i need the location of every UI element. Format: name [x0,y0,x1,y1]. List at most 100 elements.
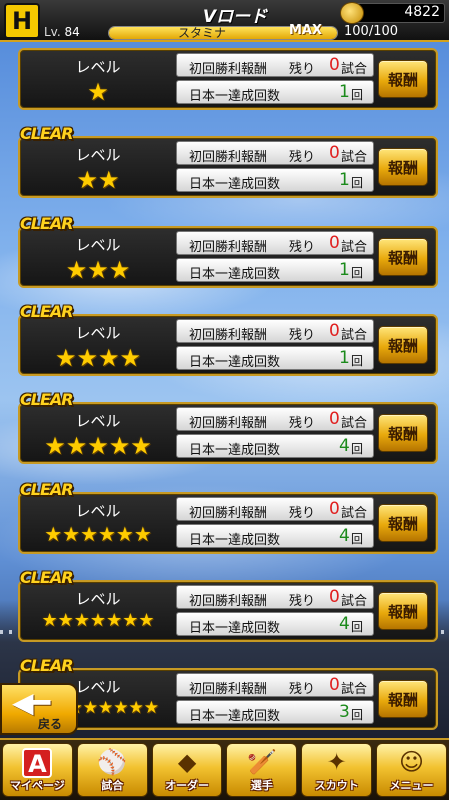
difficulty-stars-icon: ★★★★ [54,344,142,372]
championship-count-label: 日本一達成回数 [189,355,281,370]
level-prefix: Lv. [44,25,61,39]
stamina-max-label: MAX [289,23,323,38]
batter-icon: 🏏 [246,748,277,776]
championship-count-row: 日本一達成回数 1 回 [176,346,374,370]
difficulty-stars-icon: ★ [87,78,109,106]
remaining-games-unit: 試合 [341,594,368,609]
nav-item-1[interactable]: ⚾ 試合 [76,743,148,797]
championship-count-row: 日本一達成回数 1 回 [176,258,374,282]
level-card: CLEAR レベル ★★★★★★ 初回勝利報酬 残り 0 試合 日本一達成回数 … [18,480,442,554]
order-field-icon: ◆ [177,748,197,776]
clear-badge: CLEAR [20,568,74,587]
clear-badge: CLEAR [20,214,74,233]
championship-count-unit: 回 [351,354,364,368]
championship-count-label: 日本一達成回数 [189,89,281,104]
level-card: CLEAR レベル ★★★★ 初回勝利報酬 残り 0 試合 日本一達成回数 1 … [18,302,442,376]
remaining-label: 残り [289,62,316,77]
menu-character-icon: ☺ [399,748,425,776]
first-win-reward-row: 初回勝利報酬 残り 0 試合 [176,231,374,255]
remaining-games-unit: 試合 [341,416,368,431]
remaining-games-value: 0 [329,321,340,341]
first-win-reward-row: 初回勝利報酬 残り 0 試合 [176,497,374,521]
remaining-games-unit: 試合 [341,150,368,165]
reward-button[interactable]: 報酬 [378,504,428,542]
nav-item-0[interactable]: A マイページ [2,743,73,797]
level-card: CLEAR レベル ★★★ 初回勝利報酬 残り 0 試合 日本一達成回数 1 回… [18,214,442,288]
clear-badge: CLEAR [20,124,74,143]
first-win-reward-row: 初回勝利報酬 残り 0 試合 [176,585,374,609]
championship-count-value: 4 [339,526,350,546]
remaining-games-value: 0 [329,587,340,607]
nav-label: メニュー [389,779,434,792]
scout-card-icon: ✦ [326,748,347,776]
reward-button[interactable]: 報酬 [378,680,428,718]
first-win-reward-label: 初回勝利報酬 [189,506,268,521]
mypage-icon: A [22,748,53,778]
remaining-games-value: 0 [329,55,340,75]
first-win-reward-label: 初回勝利報酬 [189,328,268,343]
first-win-reward-row: 初回勝利報酬 残り 0 試合 [176,53,374,77]
nav-item-3[interactable]: 🏏 選手 [226,743,298,797]
first-win-reward-row: 初回勝利報酬 残り 0 試合 [176,673,374,697]
remaining-games-unit: 試合 [341,240,368,255]
remaining-games-unit: 試合 [341,682,368,697]
remaining-label: 残り [289,416,316,431]
back-arrow-icon: ◀━ [12,686,51,719]
level-label: レベル [75,412,121,430]
championship-count-label: 日本一達成回数 [189,533,281,548]
reward-button[interactable]: 報酬 [378,326,428,364]
reward-button[interactable]: 報酬 [378,238,428,276]
stamina-label: スタミナ [178,26,227,40]
baseball-field-icon: ⚾ [97,748,128,776]
level-label: レベル [75,590,121,608]
championship-count-row: 日本一達成回数 4 回 [176,524,374,548]
remaining-games-unit: 試合 [341,328,368,343]
remaining-label: 残り [289,240,316,255]
coin-value: 4822 [404,4,440,20]
championship-count-value: 1 [339,170,350,190]
clear-badge: CLEAR [20,390,74,409]
reward-button[interactable]: 報酬 [378,414,428,452]
championship-count-unit: 回 [351,620,364,634]
remaining-games-value: 0 [329,499,340,519]
difficulty-stars-icon: ★★★★★★ [44,522,152,546]
first-win-reward-label: 初回勝利報酬 [189,62,268,77]
player-level: Lv. 84 [44,25,80,39]
championship-count-label: 日本一達成回数 [189,621,281,636]
reward-button[interactable]: 報酬 [378,592,428,630]
championship-count-label: 日本一達成回数 [189,177,281,192]
level-label: レベル [75,324,121,342]
level-card: CLEAR レベル ★★ 初回勝利報酬 残り 0 試合 日本一達成回数 1 回 … [18,124,442,198]
team-logo-icon[interactable]: H [4,3,40,39]
remaining-games-value: 0 [329,409,340,429]
remaining-games-value: 0 [329,233,340,253]
nav-label: スカウト [314,779,359,792]
remaining-games-unit: 試合 [341,506,368,521]
remaining-games-value: 0 [329,675,340,695]
level-label: レベル [75,146,121,164]
remaining-label: 残り [289,594,316,609]
championship-count-unit: 回 [351,88,364,102]
level-card: レベル ★ 初回勝利報酬 残り 0 試合 日本一達成回数 1 回 報酬 [18,48,442,110]
remaining-label: 残り [289,328,316,343]
clear-badge: CLEAR [20,656,74,675]
championship-count-value: 1 [339,348,350,368]
first-win-reward-label: 初回勝利報酬 [189,240,268,255]
clear-badge: CLEAR [20,480,74,499]
clear-badge: CLEAR [20,302,74,321]
level-label: レベル [75,236,121,254]
championship-count-row: 日本一達成回数 3 回 [176,700,374,724]
championship-count-unit: 回 [351,266,364,280]
nav-item-4[interactable]: ✦ スカウト [301,743,373,797]
level-card: CLEAR レベル ★★★★★ 初回勝利報酬 残り 0 試合 日本一達成回数 4… [18,390,442,464]
championship-count-unit: 回 [351,532,364,546]
level-value: 84 [64,25,80,39]
back-button[interactable]: ◀━ 戻る [0,683,78,735]
first-win-reward-label: 初回勝利報酬 [189,416,268,431]
nav-item-5[interactable]: ☺ メニュー [376,743,447,797]
reward-button[interactable]: 報酬 [378,148,428,186]
nav-item-2[interactable]: ◆ オーダー [151,743,223,797]
reward-button[interactable]: 報酬 [378,60,428,98]
difficulty-stars-icon: ★★★★★★★ [41,610,155,631]
championship-count-value: 4 [339,614,350,634]
